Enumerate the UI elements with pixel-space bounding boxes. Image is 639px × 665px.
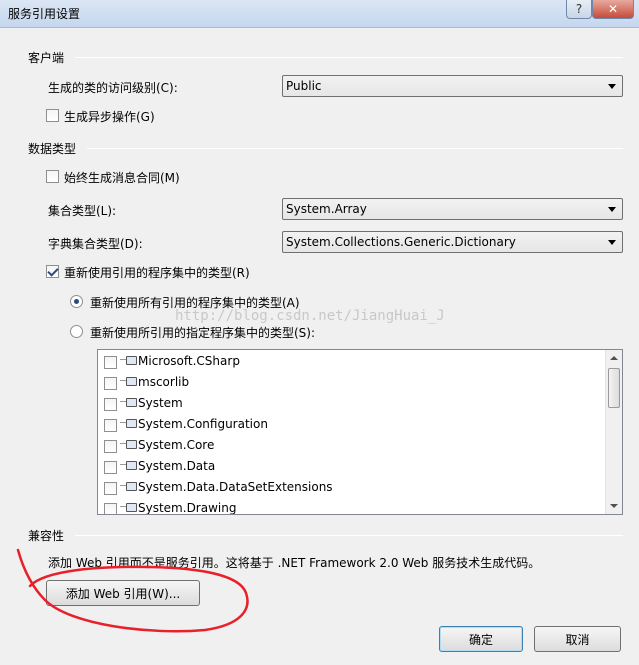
list-item[interactable]: System [104,394,604,415]
access-level-label: 生成的类的访问级别(C): [48,81,178,95]
assembly-name: mscorlib [138,375,190,389]
section-divider [75,57,623,58]
scroll-down-icon[interactable] [610,504,618,508]
assembly-checkbox[interactable] [104,356,117,369]
data-type-section-header: 数据类型 [28,142,77,156]
assembly-checkbox[interactable] [104,461,117,474]
assembly-checkbox[interactable] [104,398,117,411]
assembly-icon [126,356,137,365]
async-label: 生成异步操作(G) [64,110,155,124]
add-web-reference-button[interactable]: 添加 Web 引用(W)... [46,580,200,606]
chevron-down-icon [608,84,616,89]
assembly-checkbox[interactable] [104,482,117,495]
reuse-types-checkbox[interactable] [46,265,59,278]
assembly-icon [126,482,137,491]
list-item[interactable]: System.Drawing [104,499,604,515]
reuse-all-radio[interactable] [70,295,83,308]
scroll-thumb[interactable] [608,368,620,408]
dictionary-type-value: System.Collections.Generic.Dictionary [286,235,516,249]
async-checkbox[interactable] [46,109,59,122]
assembly-icon [126,440,137,449]
dictionary-type-label: 字典集合类型(D): [48,237,143,251]
list-item[interactable]: System.Data [104,457,604,478]
access-level-value: Public [286,79,322,93]
compat-description: 添加 Web 引用而不是服务引用。这将基于 .NET Framework 2.0… [48,556,541,570]
reuse-all-label: 重新使用所有引用的程序集中的类型(A) [90,296,300,310]
access-level-select[interactable]: Public [282,75,623,97]
reuse-types-label: 重新使用引用的程序集中的类型(R) [64,266,250,280]
assembly-name: System.Drawing [138,501,237,515]
assembly-checkbox[interactable] [104,377,117,390]
assembly-list-scrollbar[interactable] [605,350,622,514]
client-section-header: 客户端 [28,51,65,65]
reuse-specified-radio[interactable] [70,325,83,338]
list-item[interactable]: Microsoft.CSharp [104,352,604,373]
assembly-icon [126,503,137,512]
service-reference-settings-dialog: 客户端 生成的类的访问级别(C): Public 生成异步操作(G) 数据类型 … [0,29,639,665]
cancel-button[interactable]: 取消 [534,626,621,652]
assembly-name: System.Configuration [138,417,268,431]
always-generate-checkbox[interactable] [46,170,59,183]
assembly-checkbox[interactable] [104,419,117,432]
assembly-checkbox[interactable] [104,440,117,453]
assembly-list[interactable]: Microsoft.CSharp mscorlib System System.… [97,349,623,515]
compat-section-header: 兼容性 [28,529,65,543]
reuse-specified-label: 重新使用所引用的指定程序集中的类型(S): [90,326,316,340]
assembly-icon [126,461,137,470]
assembly-icon [126,419,137,428]
always-generate-label: 始终生成消息合同(M) [64,171,180,185]
window-title: 服务引用设置 [8,7,81,21]
list-item[interactable]: System.Core [104,436,604,457]
list-item[interactable]: System.Configuration [104,415,604,436]
list-item[interactable]: System.Data.DataSetExtensions [104,478,604,499]
dictionary-type-select[interactable]: System.Collections.Generic.Dictionary [282,231,623,253]
close-button[interactable]: ✕ [592,0,634,19]
assembly-name: System [138,396,183,410]
assembly-checkbox[interactable] [104,503,117,514]
assembly-name: System.Data.DataSetExtensions [138,480,333,494]
section-divider [75,535,623,536]
list-item[interactable]: mscorlib [104,373,604,394]
ok-button[interactable]: 确定 [439,626,523,652]
assembly-name: Microsoft.CSharp [138,354,240,368]
title-bar: 服务引用设置 ? ✕ [0,0,639,28]
collection-type-value: System.Array [286,202,367,216]
help-button[interactable]: ? [566,0,592,19]
assembly-icon [126,377,137,386]
assembly-name: System.Data [138,459,216,473]
assembly-icon [126,398,137,407]
assembly-name: System.Core [138,438,215,452]
chevron-down-icon [608,207,616,212]
section-divider [87,148,623,149]
chevron-down-icon [608,240,616,245]
collection-type-label: 集合类型(L): [48,204,117,218]
collection-type-select[interactable]: System.Array [282,198,623,220]
scroll-up-icon[interactable] [610,356,618,360]
